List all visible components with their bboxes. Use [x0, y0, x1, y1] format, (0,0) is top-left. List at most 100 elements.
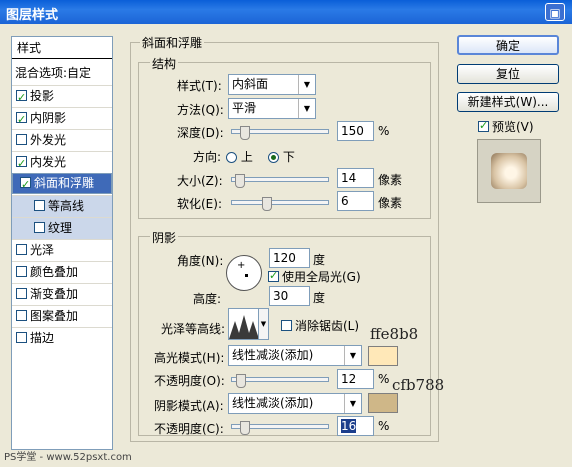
antialias-option[interactable]: 消除锯齿(L) [281, 317, 359, 334]
shadow-opacity-label: 不透明度(C): [154, 422, 224, 436]
style-item[interactable]: 纹理 [12, 217, 112, 239]
altitude-input[interactable]: 30 [269, 286, 310, 306]
soften-input[interactable]: 6 [337, 191, 374, 211]
direction-up-option[interactable]: 上 [226, 148, 253, 165]
highlight-mode-label: 高光模式(H): [154, 351, 225, 365]
soften-slider-track[interactable] [231, 200, 329, 205]
style-item-label: 渐变叠加 [30, 287, 79, 301]
style-item[interactable]: 等高线 [12, 195, 112, 217]
checkbox-icon[interactable] [16, 332, 27, 343]
style-item[interactable]: 描边 [12, 327, 112, 349]
angle-input[interactable]: 120 [269, 248, 310, 268]
size-slider-track[interactable] [231, 177, 329, 182]
dropdown-arrow-icon: ▼ [298, 75, 315, 94]
angle-dial[interactable]: + [226, 255, 262, 291]
checkbox-icon [281, 320, 292, 331]
style-item[interactable]: 投影 [12, 85, 112, 108]
soften-slider-thumb[interactable] [262, 197, 272, 211]
checkbox-icon[interactable] [16, 134, 27, 145]
close-icon[interactable]: ▣ [545, 3, 565, 21]
highlight-opacity-input[interactable]: 12 [337, 369, 374, 389]
angle-unit: 度 [313, 253, 326, 267]
shadow-mode-select[interactable]: 线性减淡(添加) ▼ [228, 393, 362, 414]
size-unit: 像素 [378, 173, 403, 187]
global-light-option[interactable]: 使用全局光(G) [268, 268, 361, 285]
style-item[interactable]: 斜面和浮雕 [12, 173, 112, 194]
style-item-label: 投影 [30, 89, 55, 103]
preview-thumbnail [477, 139, 541, 203]
gloss-contour-picker[interactable] [228, 308, 260, 340]
style-select[interactable]: 内斜面 ▼ [228, 74, 316, 95]
checkbox-checked-icon[interactable] [16, 110, 27, 130]
styles-header[interactable]: 样式 [12, 37, 112, 59]
radio-icon [226, 152, 237, 163]
style-item-label: 颜色叠加 [30, 265, 79, 279]
altitude-unit: 度 [313, 291, 326, 305]
direction-up-label: 上 [240, 150, 253, 164]
shadow-opacity-thumb[interactable] [240, 421, 250, 435]
dropdown-arrow-icon: ▼ [344, 346, 361, 365]
checkbox-icon[interactable] [16, 288, 27, 299]
shadow-color-swatch[interactable] [368, 393, 398, 413]
style-item-label: 内阴影 [30, 111, 67, 125]
style-item-label: 内发光 [30, 155, 67, 169]
style-item[interactable]: 图案叠加 [12, 305, 112, 327]
preview-option[interactable]: 预览(V) [478, 118, 534, 135]
checkbox-icon[interactable] [34, 222, 45, 233]
new-style-button[interactable]: 新建样式(W)... [457, 92, 559, 112]
highlight-hex-annotation: ffe8b8 [370, 325, 419, 343]
checkbox-icon[interactable] [34, 200, 45, 211]
depth-label: 深度(D): [177, 126, 224, 140]
technique-select[interactable]: 平滑 ▼ [228, 98, 316, 119]
highlight-color-swatch[interactable] [368, 346, 398, 366]
size-input[interactable]: 14 [337, 168, 374, 188]
depth-unit: % [378, 124, 390, 138]
structure-title: 结构 [150, 55, 179, 72]
reset-button[interactable]: 复位 [457, 64, 559, 84]
highlight-opacity-thumb[interactable] [236, 374, 246, 388]
depth-slider-thumb[interactable] [240, 126, 250, 140]
checkbox-checked-icon[interactable] [16, 88, 27, 108]
shadow-opacity-input[interactable]: 16 [337, 416, 374, 436]
depth-input[interactable]: 150 [337, 121, 374, 141]
checkbox-icon[interactable] [16, 244, 27, 255]
style-item-label: 纹理 [48, 221, 73, 235]
dropdown-arrow-icon: ▼ [298, 99, 315, 118]
soften-label: 软化(E): [177, 197, 222, 211]
checkbox-checked-icon [478, 119, 489, 132]
style-value: 内斜面 [232, 77, 269, 91]
style-item[interactable]: 颜色叠加 [12, 261, 112, 283]
technique-value: 平滑 [232, 101, 257, 115]
style-item-label: 光泽 [30, 243, 55, 257]
direction-label: 方向: [193, 150, 222, 164]
preview-label: 预览(V) [492, 120, 534, 134]
size-slider-thumb[interactable] [235, 174, 245, 188]
highlight-opacity-unit: % [378, 372, 390, 386]
style-item[interactable]: 外发光 [12, 129, 112, 151]
checkbox-icon[interactable] [16, 266, 27, 277]
highlight-mode-value: 线性减淡(添加) [232, 348, 314, 362]
shadow-mode-label: 阴影模式(A): [154, 399, 224, 413]
gloss-contour-label: 光泽等高线: [161, 322, 226, 336]
style-item[interactable]: 渐变叠加 [12, 283, 112, 305]
checkbox-checked-icon[interactable] [16, 154, 27, 174]
style-item-label: 外发光 [30, 133, 67, 147]
ok-button[interactable]: 确定 [457, 35, 559, 55]
direction-down-label: 下 [282, 150, 295, 164]
style-item[interactable]: 内发光 [12, 151, 112, 174]
watermark: PS学堂 - www.52psxt.com [4, 452, 132, 463]
antialias-label: 消除锯齿(L) [295, 319, 360, 333]
checkbox-icon[interactable] [16, 310, 27, 321]
dropdown-arrow-icon: ▼ [344, 394, 361, 413]
direction-down-option[interactable]: 下 [268, 148, 295, 165]
highlight-mode-select[interactable]: 线性减淡(添加) ▼ [228, 345, 362, 366]
shadow-opacity-unit: % [378, 419, 390, 433]
blending-options-item[interactable]: 混合选项:自定 [12, 64, 112, 83]
contour-dropdown-arrow-icon[interactable]: ▼ [258, 308, 269, 340]
style-item[interactable]: 光泽 [12, 239, 112, 261]
dialog-title: 图层样式 [6, 8, 59, 23]
contour-preview-icon [229, 315, 259, 339]
checkbox-checked-icon[interactable] [20, 175, 31, 194]
angle-label: 角度(N): [177, 254, 224, 268]
style-item[interactable]: 内阴影 [12, 107, 112, 130]
